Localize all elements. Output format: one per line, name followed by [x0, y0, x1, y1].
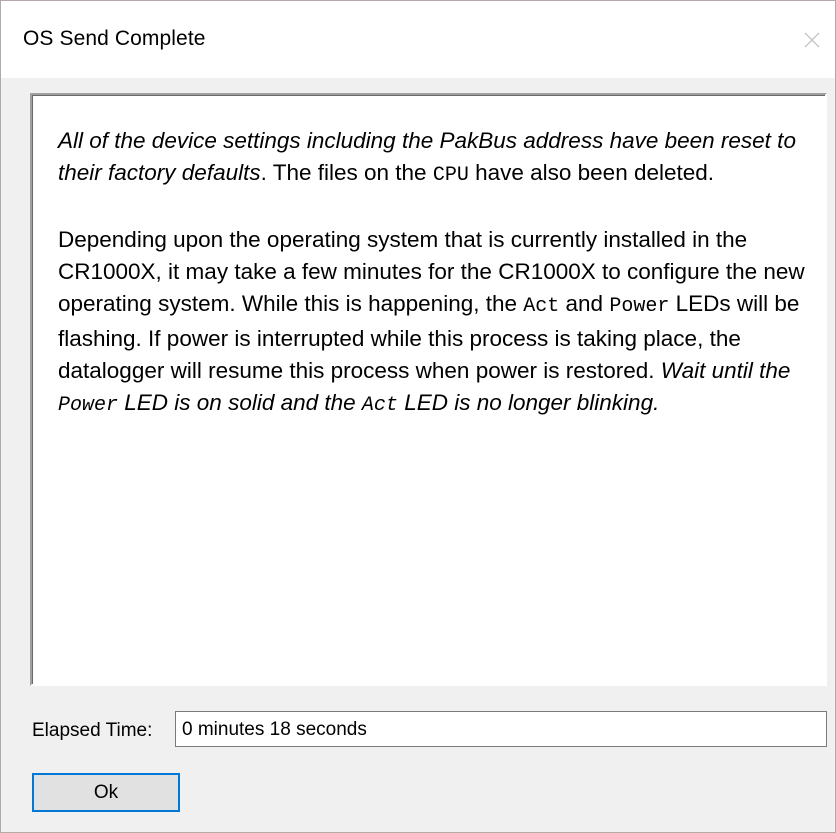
act-code-text: Act — [523, 295, 560, 318]
message-text: LED is on solid and the — [118, 390, 362, 415]
power-code-text: Power — [609, 295, 670, 318]
os-send-complete-dialog: OS Send Complete All of the device setti… — [0, 0, 836, 833]
ok-button[interactable]: Ok — [32, 773, 180, 812]
close-button[interactable] — [789, 1, 835, 78]
message-paragraph-1: All of the device settings including the… — [58, 125, 810, 192]
close-icon — [804, 32, 820, 47]
message-text: have also been deleted. — [468, 160, 715, 185]
cpu-code-text: CPU — [432, 164, 469, 187]
message-paragraph-2: Depending upon the operating system that… — [58, 224, 810, 422]
act-code-text: Act — [361, 394, 398, 417]
message-text: Wait until the — [660, 358, 791, 383]
elapsed-time-field: 0 minutes 18 seconds — [175, 711, 827, 747]
message-text: LED is no longer blinking. — [397, 390, 660, 415]
elapsed-time-label: Elapsed Time: — [32, 720, 153, 741]
message-body: All of the device settings including the… — [58, 125, 810, 454]
window-title: OS Send Complete — [23, 27, 206, 50]
message-panel: All of the device settings including the… — [30, 93, 827, 686]
title-bar: OS Send Complete — [1, 1, 835, 78]
message-text: and — [559, 291, 610, 316]
message-text: . The files on the — [260, 160, 433, 185]
power-code-text: Power — [58, 394, 119, 417]
